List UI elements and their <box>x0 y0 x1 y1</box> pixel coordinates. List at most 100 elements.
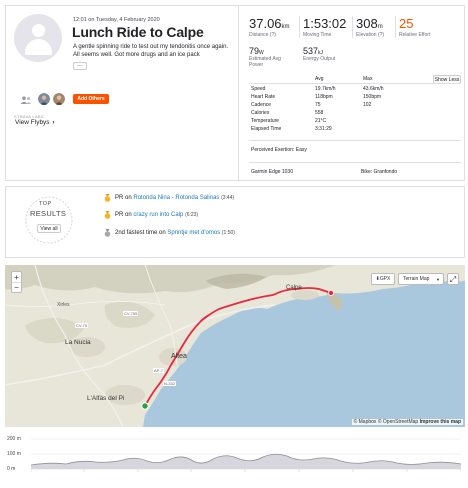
relative-effort-label: Relative Effort <box>399 32 431 38</box>
stat-elevation: 308m Elevation (?) <box>356 16 384 38</box>
result-prefix: 2nd fastest time on <box>115 230 166 236</box>
stats-table-row: Calories 558 <box>251 109 441 117</box>
stats-table-row: Cadence 75 102 <box>251 101 441 109</box>
distance-unit: km <box>281 24 290 30</box>
stat-energy: 537kJ Energy Output <box>303 46 335 62</box>
stat-moving-time: 1:53:02 Moving Time <box>303 16 346 38</box>
fullscreen-icon[interactable]: ⤢ <box>447 273 459 285</box>
view-flybys-label: View Flybys <box>15 119 50 126</box>
energy-label: Energy Output <box>303 56 336 62</box>
device-name: Garmin Edge 1030 <box>251 169 293 175</box>
result-segment-link[interactable]: Rotonda Nina - Rotonda Salinas <box>133 195 219 201</box>
stat-avg: 558 <box>315 110 324 116</box>
elevation-help-icon[interactable]: (?) <box>378 32 384 38</box>
stat-max: 102 <box>363 102 372 108</box>
end-marker[interactable] <box>327 289 334 296</box>
stat-relative-effort[interactable]: 25 Relative Effort <box>399 16 430 38</box>
map-layer-select[interactable]: Terrain Map ▼ <box>398 273 444 285</box>
activity-date: 12:01 on Tuesday, 4 February 2020 <box>73 17 160 23</box>
result-time: (1:50) <box>221 230 235 236</box>
map-road-label: AP-7 <box>153 368 164 373</box>
activity-stats-panel: 37.06km Distance (?) 1:53:02 Moving Time… <box>238 6 466 182</box>
elevation-value: 308 <box>356 16 378 31</box>
stat-max: 150bpm <box>363 94 382 100</box>
moving-time-label: Moving Time <box>303 32 332 38</box>
stat-avg: 21°C <box>315 118 327 124</box>
relative-effort-value: 25 <box>399 16 414 31</box>
stat-power: 79W Estimated Avg Power <box>249 46 281 68</box>
view-all-results-button[interactable]: View all <box>37 224 61 233</box>
gold-medal-icon <box>104 211 111 219</box>
map-road-label: N-332 <box>163 381 176 386</box>
zoom-in-button[interactable]: + <box>12 272 21 283</box>
osm-attribution[interactable]: © OpenStreetMap <box>378 419 418 425</box>
stats-table-row: Heart Rate 118bpm 150bpm <box>251 93 441 101</box>
stat-avg: 118bpm <box>315 94 333 100</box>
distance-help-icon[interactable]: (?) <box>270 32 276 38</box>
stat-distance: 37.06km Distance (?) <box>249 16 290 38</box>
bike-value: Granfondo <box>373 169 398 175</box>
max-column-header: Max <box>363 76 373 82</box>
top-results-badge-title: RESULTS <box>30 209 67 218</box>
stat-label: Speed <box>251 86 266 92</box>
result-time: (6:23) <box>185 212 199 218</box>
more-options-button[interactable]: ... <box>73 61 87 70</box>
map-road-label: CV-70 <box>75 323 89 328</box>
section-divider <box>249 162 461 163</box>
stat-max: 43.6km/h <box>363 86 384 92</box>
start-marker[interactable] <box>141 402 149 410</box>
perceived-exertion: Perceived Exertion: Easy <box>251 147 307 153</box>
result-time: (3:44) <box>221 195 235 201</box>
stats-table-row: Elapsed Time 3:31:29 <box>251 125 441 133</box>
map-road-label: CV-755 <box>123 311 139 316</box>
stat-divider <box>395 16 396 38</box>
x-axis-ticks <box>31 469 461 472</box>
activity-header-card: 12:01 on Tuesday, 4 February 2020 Lunch … <box>5 5 466 182</box>
result-segment-link[interactable]: crazy run into Calp <box>133 212 183 218</box>
power-label-2: Power <box>249 62 264 68</box>
stat-avg: 19.7km/h <box>315 86 336 92</box>
map-label-altea: Altea <box>171 353 187 360</box>
elevation-chart <box>31 438 461 472</box>
stats-table-row: Speed 19.7km/h 43.6km/h <box>251 85 441 93</box>
perceived-exertion-value: Easy <box>295 147 307 153</box>
athlete-avatar[interactable] <box>14 14 62 62</box>
map-label-la-nucia: La Nucia <box>65 339 91 346</box>
stat-label: Elapsed Time <box>251 126 282 132</box>
bike-label: Bike: <box>361 169 373 175</box>
table-divider <box>249 83 461 84</box>
top-results-card: TOP RESULTS View all PR on Rotonda Nina … <box>5 186 465 258</box>
map-canvas <box>5 265 465 427</box>
map-attribution: © Mapbox © OpenStreetMap Improve this ma… <box>351 419 463 425</box>
result-prefix: PR on <box>115 212 132 218</box>
stat-divider <box>352 16 353 38</box>
gpx-label: GPX <box>379 276 391 282</box>
map-label-calpe: Calpe <box>286 285 302 291</box>
bike-info: Bike: Granfondo <box>361 169 397 175</box>
mapbox-attribution[interactable]: © Mapbox <box>354 419 377 425</box>
town-area <box>291 290 319 300</box>
chevron-down-icon: ▼ <box>436 277 440 282</box>
elevation-unit: m <box>377 24 383 30</box>
chevron-right-icon: › <box>52 119 55 126</box>
activity-description: A gentle spinning ride to test out my te… <box>73 44 229 58</box>
elevation-profile[interactable]: 200 m 100 m 0 m <box>5 433 465 488</box>
stat-label: Temperature <box>251 118 280 124</box>
zoom-out-button[interactable]: − <box>12 283 21 293</box>
download-gpx-button[interactable]: ⬇GPX <box>371 273 395 285</box>
activity-title: Lunch Ride to Calpe <box>72 24 204 40</box>
elevation-axis-label: 0 m <box>7 466 16 472</box>
gold-medal-icon <box>104 194 111 202</box>
result-segment-link[interactable]: Sprintje met d'omos <box>167 230 220 236</box>
stat-label: Calories <box>251 110 270 116</box>
participant-avatar[interactable] <box>52 92 66 106</box>
result-prefix: PR on <box>115 195 132 201</box>
participant-avatar[interactable] <box>37 92 51 106</box>
add-others-button[interactable]: Add Others <box>73 94 109 104</box>
stat-divider <box>299 16 300 38</box>
view-flybys-link[interactable]: View Flybys › <box>15 119 55 126</box>
route-map[interactable]: Calpe Xirles La Nucia Altea L'Alfàs del … <box>5 265 465 427</box>
energy-value: 537 <box>303 46 319 56</box>
map-label-xirles: Xirles <box>57 302 70 308</box>
improve-map-link[interactable]: Improve this map <box>420 419 461 425</box>
